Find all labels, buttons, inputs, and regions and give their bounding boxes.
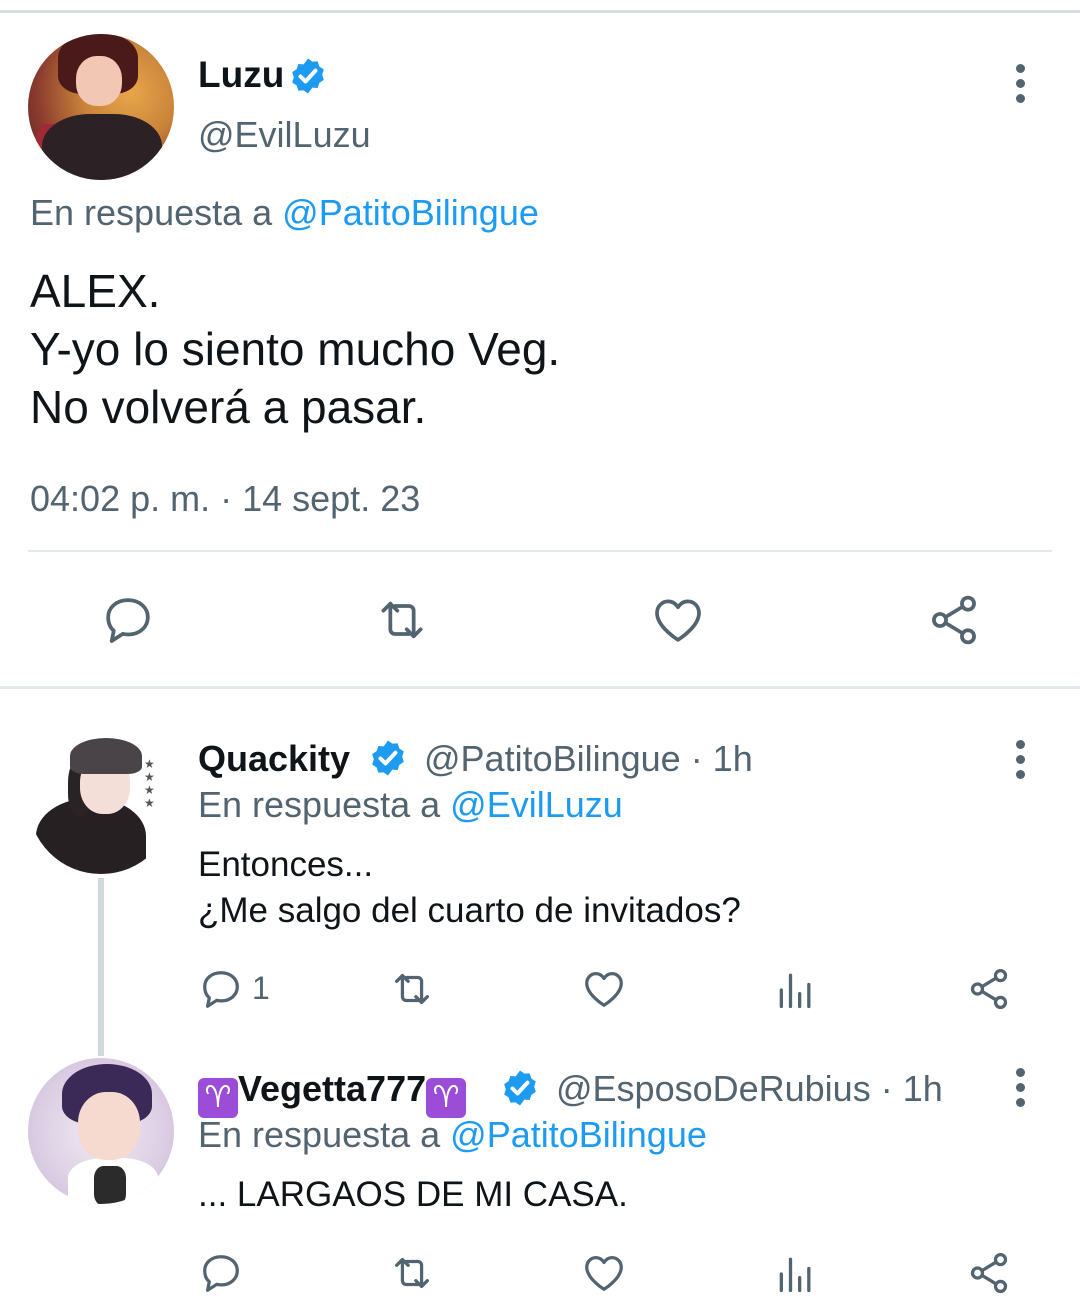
avatar[interactable]: [28, 34, 174, 180]
timestamp[interactable]: 04:02 p. m. · 14 sept. 23: [30, 478, 420, 520]
reply-author-handle[interactable]: @EsposoDeRubius · 1h: [556, 1068, 943, 1110]
reply-context: En respuesta a @PatitoBilingue: [198, 1114, 707, 1155]
author-handle[interactable]: @EvilLuzu: [198, 114, 371, 156]
reply-author-name[interactable]: ♈ Vegetta777 ♈: [198, 1068, 467, 1118]
reply-author-handle[interactable]: @PatitoBilingue · 1h: [424, 738, 753, 780]
thread-connector: [98, 878, 104, 1056]
reply-icon[interactable]: [198, 1250, 244, 1296]
verified-badge-icon: [372, 740, 404, 776]
retweet-icon[interactable]: [386, 966, 438, 1012]
avatar[interactable]: [28, 1058, 174, 1204]
tweet-text: ALEX. Y-yo lo siento mucho Veg. No volve…: [30, 265, 561, 433]
retweet-icon[interactable]: [370, 592, 434, 648]
reply-context: En respuesta a @PatitoBilingue: [30, 192, 539, 233]
avatar[interactable]: ★ ★ ★ ★: [28, 728, 174, 874]
analytics-icon[interactable]: [774, 968, 818, 1012]
tweet-text: ... LARGAOS DE MI CASA.: [198, 1175, 628, 1214]
share-icon[interactable]: [926, 592, 982, 648]
like-icon[interactable]: [580, 1250, 628, 1296]
aries-symbol-icon: ♈: [426, 1078, 467, 1118]
divider: [28, 550, 1052, 552]
reply-author-name[interactable]: Quackity: [198, 738, 350, 780]
tweet-text: Entonces... ¿Me salgo del cuarto de invi…: [198, 845, 741, 930]
more-options-icon[interactable]: [1016, 64, 1026, 109]
reply-to-link[interactable]: @EvilLuzu: [450, 784, 623, 825]
reply-to-link[interactable]: @PatitoBilingue: [450, 1114, 707, 1155]
more-options-icon[interactable]: [1016, 740, 1026, 785]
reply-icon[interactable]: [100, 592, 156, 648]
reply-icon[interactable]: [198, 966, 244, 1012]
reply-count: 1: [252, 970, 270, 1006]
reply-context: En respuesta a @EvilLuzu: [198, 784, 623, 825]
more-options-icon[interactable]: [1016, 1068, 1026, 1113]
author-name[interactable]: Luzu: [198, 54, 284, 96]
like-icon[interactable]: [650, 592, 706, 648]
like-icon[interactable]: [580, 966, 628, 1012]
reply-to-link[interactable]: @PatitoBilingue: [282, 192, 539, 233]
share-icon[interactable]: [966, 966, 1012, 1012]
aries-symbol-icon: ♈: [198, 1078, 238, 1118]
verified-badge-icon: [292, 58, 324, 94]
verified-badge-icon: [504, 1070, 536, 1106]
section-divider: [0, 686, 1080, 689]
share-icon[interactable]: [966, 1250, 1012, 1296]
top-divider: [0, 10, 1080, 13]
analytics-icon[interactable]: [774, 1252, 818, 1296]
retweet-icon[interactable]: [386, 1250, 438, 1296]
